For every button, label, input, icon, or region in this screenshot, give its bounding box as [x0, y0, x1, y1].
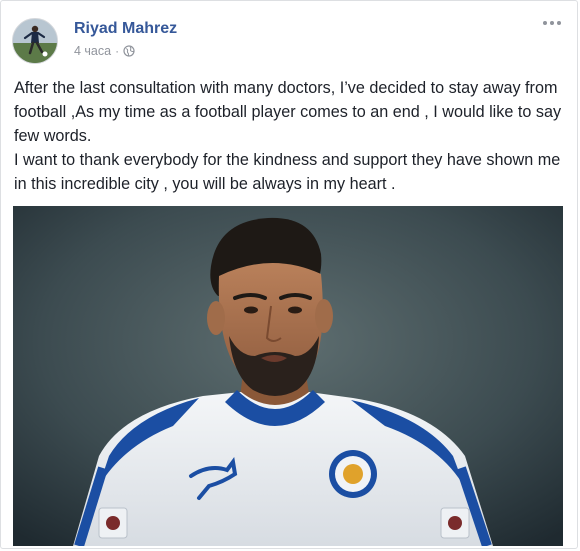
meta-separator: ·: [115, 44, 120, 58]
globe-icon[interactable]: [123, 45, 135, 57]
avatar-image: [13, 19, 57, 63]
author-name[interactable]: Riyad Mahrez: [74, 20, 177, 38]
feed-post: Riyad Mahrez 4 часа · After the last con…: [0, 0, 578, 549]
post-meta: 4 часа ·: [74, 44, 135, 58]
more-options-dot: [557, 21, 561, 25]
more-options-icon[interactable]: [541, 15, 563, 31]
post-paragraph: After the last consultation with many do…: [14, 79, 562, 145]
more-options-dot: [550, 21, 554, 25]
post-timestamp[interactable]: 4 часа: [74, 44, 111, 58]
post-body: After the last consultation with many do…: [14, 76, 569, 196]
post-paragraph: I want to thank everybody for the kindne…: [14, 151, 561, 193]
post-photo[interactable]: [13, 206, 563, 546]
player-photo: [13, 206, 563, 546]
profile-avatar[interactable]: [12, 18, 58, 64]
more-options-dot: [543, 21, 547, 25]
